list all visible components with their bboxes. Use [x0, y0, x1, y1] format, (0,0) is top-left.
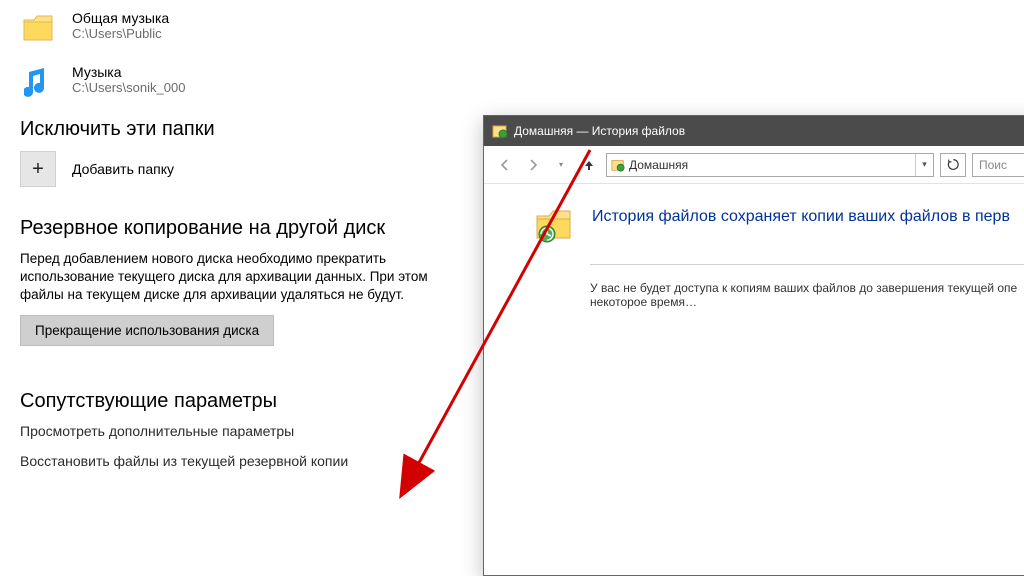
refresh-button[interactable] — [940, 153, 966, 177]
folder-item-public-music[interactable]: Общая музыка C:\Users\Public — [20, 10, 480, 46]
folder-name: Общая музыка — [72, 10, 169, 26]
file-history-content: История файлов сохраняет копии ваших фай… — [484, 184, 1024, 309]
folder-text: Общая музыка C:\Users\Public — [72, 10, 169, 41]
settings-panel: Общая музыка C:\Users\Public Музыка C:\U… — [20, 10, 480, 483]
related-heading: Сопутствующие параметры — [20, 390, 480, 413]
window-icon — [492, 123, 508, 139]
nav-up-button[interactable] — [578, 154, 600, 176]
plus-icon: + — [32, 158, 44, 181]
address-dropdown[interactable]: ▾ — [915, 154, 933, 176]
nav-history-dropdown[interactable]: ▾ — [550, 154, 572, 176]
folder-path: C:\Users\sonik_000 — [72, 80, 185, 95]
folder-path: C:\Users\Public — [72, 26, 169, 41]
music-icon — [20, 64, 56, 100]
folder-name: Музыка — [72, 64, 185, 80]
divider — [590, 264, 1024, 265]
folder-icon — [20, 10, 56, 46]
add-folder-row[interactable]: + Добавить папку — [20, 151, 480, 187]
address-text: Домашняя — [629, 158, 688, 172]
search-placeholder: Поис — [979, 158, 1007, 172]
search-box[interactable]: Поис — [972, 153, 1024, 177]
folder-item-music[interactable]: Музыка C:\Users\sonik_000 — [20, 64, 480, 100]
link-restore-files[interactable]: Восстановить файлы из текущей резервной … — [20, 453, 480, 469]
window-titlebar[interactable]: Домашняя — История файлов — [484, 116, 1024, 146]
nav-toolbar: ▾ Домашняя ▾ Поис — [484, 146, 1024, 184]
folder-text: Музыка C:\Users\sonik_000 — [72, 64, 185, 95]
file-history-headline: История файлов сохраняет копии ваших фай… — [592, 204, 1010, 226]
nav-back-button[interactable] — [494, 154, 516, 176]
address-bar[interactable]: Домашняя ▾ — [606, 153, 934, 177]
backup-body: Перед добавлением нового диска необходим… — [20, 250, 460, 305]
add-folder-label: Добавить папку — [72, 161, 174, 177]
stop-using-drive-button[interactable]: Прекращение использования диска — [20, 315, 274, 346]
nav-forward-button[interactable] — [522, 154, 544, 176]
file-history-window: Домашняя — История файлов ▾ Домашняя ▾ П… — [483, 115, 1024, 576]
backup-heading: Резервное копирование на другой диск — [20, 217, 480, 240]
exclude-heading: Исключить эти папки — [20, 118, 480, 141]
file-history-icon — [534, 204, 574, 244]
add-button[interactable]: + — [20, 151, 56, 187]
link-more-options[interactable]: Просмотреть дополнительные параметры — [20, 423, 480, 439]
file-history-body: У вас не будет доступа к копиям ваших фа… — [590, 281, 1024, 309]
window-title: Домашняя — История файлов — [514, 124, 685, 138]
